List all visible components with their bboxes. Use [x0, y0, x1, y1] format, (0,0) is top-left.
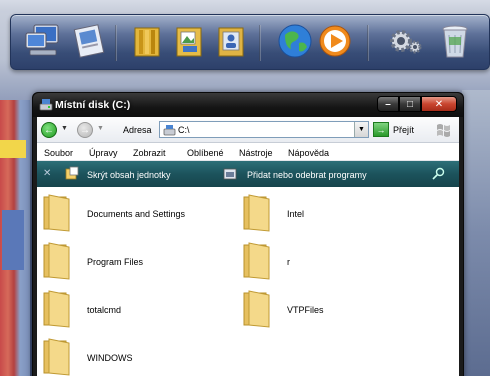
- dock: [10, 14, 490, 70]
- dock-separator: [115, 25, 117, 61]
- folder-icon: [41, 337, 77, 376]
- arrow-right-icon: →: [376, 124, 386, 135]
- address-value: C:\: [178, 125, 190, 135]
- background-window-right: [462, 90, 490, 376]
- title-bar[interactable]: Místní disk (C:) – □ ✕: [33, 93, 463, 117]
- folder-name: Documents and Settings: [87, 209, 186, 219]
- documents-icon[interactable]: [69, 21, 109, 61]
- drive-icon: [163, 124, 176, 138]
- contacts-folder-icon[interactable]: [211, 21, 251, 61]
- go-button[interactable]: →: [373, 122, 389, 137]
- folder-icon: [41, 289, 77, 331]
- go-label[interactable]: Přejít: [393, 125, 414, 135]
- windows-logo-icon: [435, 121, 453, 141]
- add-remove-programs-link[interactable]: Přidat nebo odebrat programy: [247, 170, 367, 180]
- minimize-button[interactable]: –: [377, 96, 399, 112]
- window-content: ← ▼ → ▼ Adresa C:\ ▼ → Přejít Soubor Úpr…: [37, 117, 459, 376]
- globe-icon[interactable]: [275, 21, 315, 61]
- address-dropdown-icon[interactable]: ▼: [354, 122, 368, 137]
- caption-buttons: – □ ✕: [377, 96, 457, 112]
- background-window-left: [0, 100, 30, 376]
- folder-item[interactable]: Documents and Settings: [41, 193, 231, 237]
- menu-bar: Soubor Úpravy Zobrazit Oblíbené Nástroje…: [37, 144, 459, 161]
- background-window-highlight: [0, 140, 26, 158]
- folder-name: Intel: [287, 209, 305, 219]
- hide-contents-icon: [65, 166, 79, 182]
- computer-icon[interactable]: [23, 21, 63, 61]
- image-folder-icon[interactable]: [169, 21, 209, 61]
- menu-file[interactable]: Soubor: [44, 148, 73, 158]
- search-icon[interactable]: [431, 167, 445, 183]
- programs-icon: [223, 167, 237, 183]
- menu-favorites[interactable]: Oblíbené: [187, 148, 224, 158]
- gear-icon[interactable]: [385, 21, 425, 61]
- hide-drive-contents-link[interactable]: Skrýt obsah jednotky: [87, 170, 171, 180]
- explorer-window: Místní disk (C:) – □ ✕ ← ▼ → ▼ Adresa C:…: [32, 92, 464, 376]
- folder-name: WINDOWS: [87, 353, 133, 363]
- folder-item[interactable]: Program Files: [41, 241, 231, 285]
- forward-button[interactable]: →: [77, 122, 93, 138]
- folder-item[interactable]: WINDOWS: [41, 337, 231, 376]
- folder-item[interactable]: totalcmd: [41, 289, 231, 333]
- file-list: Documents and Settings Intel Program Fil…: [37, 187, 459, 376]
- arrow-left-icon: ←: [44, 124, 54, 136]
- window-title: Místní disk (C:): [55, 99, 131, 111]
- library-icon[interactable]: [127, 21, 167, 61]
- menu-tools[interactable]: Nástroje: [239, 148, 273, 158]
- background-window-panel: [2, 210, 24, 270]
- close-icon[interactable]: ✕: [43, 168, 51, 179]
- close-button[interactable]: ✕: [421, 96, 457, 112]
- folder-name: r: [287, 257, 290, 267]
- folder-item[interactable]: r: [241, 241, 431, 285]
- folder-item[interactable]: VTPFiles: [241, 289, 431, 333]
- menu-edit[interactable]: Úpravy: [89, 148, 118, 158]
- task-pane: ✕ Skrýt obsah jednotky Přidat nebo odebr…: [37, 161, 459, 187]
- dock-separator: [367, 25, 369, 61]
- menu-help[interactable]: Nápověda: [288, 148, 329, 158]
- recycle-bin-icon[interactable]: [435, 21, 475, 61]
- menu-view[interactable]: Zobrazit: [133, 148, 166, 158]
- dock-separator: [259, 25, 261, 61]
- address-label: Adresa: [123, 125, 152, 135]
- folder-icon: [241, 193, 277, 235]
- media-player-icon[interactable]: [315, 21, 355, 61]
- folder-icon: [41, 193, 77, 235]
- chevron-down-icon[interactable]: ▼: [61, 125, 68, 132]
- folder-name: totalcmd: [87, 305, 122, 315]
- folder-icon: [241, 241, 277, 283]
- chevron-down-icon[interactable]: ▼: [97, 125, 104, 132]
- folder-name: VTPFiles: [287, 305, 324, 315]
- maximize-button[interactable]: □: [399, 96, 421, 112]
- address-toolbar: ← ▼ → ▼ Adresa C:\ ▼ → Přejít: [37, 117, 459, 143]
- back-button[interactable]: ←: [41, 122, 57, 138]
- arrow-right-icon: →: [80, 124, 90, 136]
- folder-item[interactable]: Intel: [241, 193, 431, 237]
- drive-icon: [39, 98, 53, 116]
- folder-icon: [41, 241, 77, 283]
- folder-name: Program Files: [87, 257, 144, 267]
- address-input[interactable]: C:\ ▼: [159, 121, 369, 138]
- folder-icon: [241, 289, 277, 331]
